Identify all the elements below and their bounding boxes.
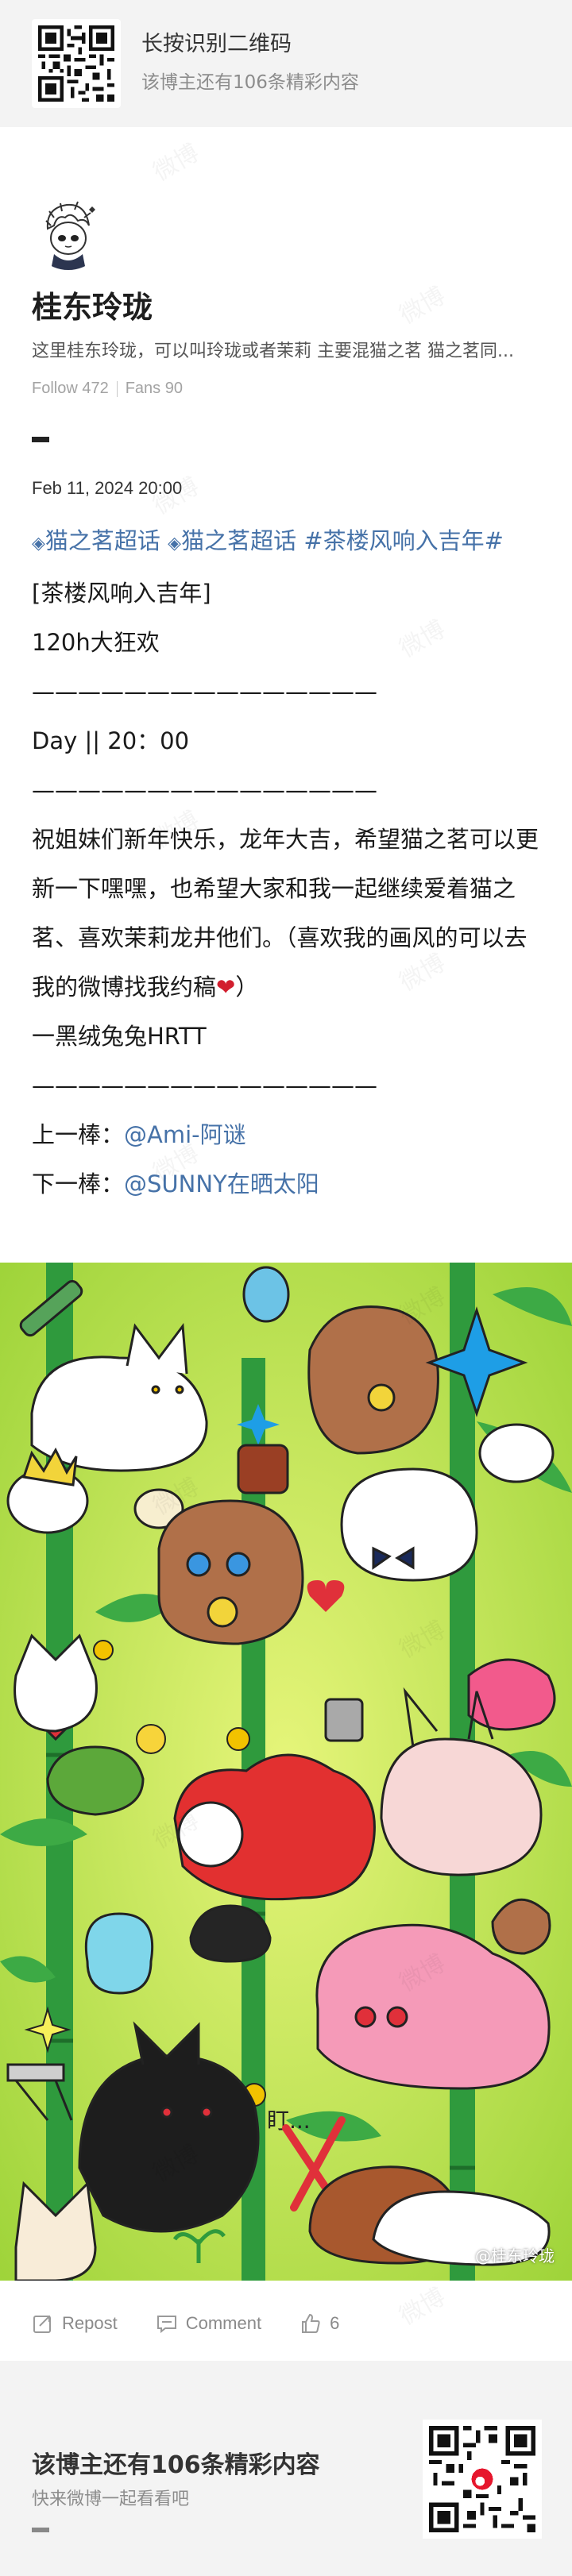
next-relay: 下一棒：@SUNNY在晒太阳	[32, 1170, 319, 1197]
avatar[interactable]	[30, 194, 106, 270]
like-count: 6	[330, 2313, 340, 2333]
post-text: ◈猫之茗超话 ◈猫之茗超话 #茶楼风响入吉年# [茶楼风响入吉年] 120h大狂…	[32, 516, 548, 1209]
qr-code-icon[interactable]	[32, 19, 121, 108]
banner-title: 长按识别二维码	[141, 32, 292, 56]
promo-footer[interactable]: 该博主还有106条精彩内容 快来微博一起看看吧	[0, 2361, 572, 2576]
supertopic-link-1[interactable]: 猫之茗超话	[45, 527, 160, 554]
prev-relay: 上一棒：@Ami-阿谜	[32, 1121, 246, 1148]
bio: 这里桂东玲珑，可以叫玲珑或者茉莉 主要混猫之茗 猫之茗同...	[32, 341, 514, 361]
image-watermark: @桂东玲珑	[475, 2246, 555, 2266]
divider-line: ———————————————	[32, 678, 377, 705]
repost-label: Repost	[62, 2313, 118, 2333]
section-divider	[32, 2528, 49, 2532]
supertopic-icon: ◈	[168, 534, 182, 553]
repost-button[interactable]: Repost	[32, 2312, 118, 2335]
comment-label: Comment	[185, 2313, 262, 2333]
post-line: [茶楼风响入吉年]	[32, 580, 211, 607]
promo-subtitle: 快来微博一起看看吧	[32, 2489, 190, 2509]
weibo-share-page: 长按识别二维码 该博主还有106条精彩内容 桂东玲珑 这里桂东玲珑，可以叫玲珑或…	[0, 0, 572, 2576]
section-divider	[32, 437, 49, 442]
comment-icon	[157, 2316, 176, 2334]
post-image[interactable]: 盯... @桂东玲珑	[0, 1263, 572, 2281]
comment-button[interactable]: Comment	[156, 2312, 261, 2335]
qr-code-icon[interactable]	[423, 2420, 542, 2539]
post-card: 桂东玲珑 这里桂东玲珑，可以叫玲珑或者茉莉 主要混猫之茗 猫之茗同... Fol…	[0, 127, 572, 2361]
hashtag-link[interactable]: #茶楼风响入吉年#	[303, 527, 504, 554]
fans-count[interactable]: Fans 90	[126, 380, 183, 398]
divider	[116, 380, 118, 397]
thumbs-up-icon	[302, 2313, 320, 2333]
post-line: 一黑绒兔兔HRTT	[32, 1023, 207, 1050]
mention-link-prev[interactable]: @Ami-阿谜	[124, 1121, 246, 1148]
post-paragraph: 祝姐妹们新年快乐，龙年大吉，希望猫之茗可以更新一下嘿嘿，也希望大家和我一起继续爱…	[32, 826, 539, 1001]
post-line: 120h大狂欢	[32, 629, 160, 656]
post-date: Feb 11, 2024 20:00	[32, 478, 183, 498]
post-line: Day || 20：00	[32, 727, 190, 754]
repost-icon	[33, 2316, 51, 2333]
divider-line: ———————————————	[32, 777, 377, 804]
supertopic-icon: ◈	[32, 534, 45, 553]
action-bar: Repost Comment 6	[32, 2312, 377, 2335]
follow-stats: Follow 472 Fans 90	[32, 380, 183, 398]
supertopic-link-2[interactable]: 猫之茗超话	[181, 527, 296, 554]
mention-link-next[interactable]: @SUNNY在晒太阳	[124, 1170, 319, 1197]
promo-title: 该博主还有106条精彩内容	[32, 2451, 320, 2479]
banner-subtitle: 该博主还有106条精彩内容	[141, 72, 359, 93]
divider-line: ———————————————	[32, 1072, 377, 1099]
qr-banner[interactable]: 长按识别二维码 该博主还有106条精彩内容	[0, 0, 572, 127]
heart-icon: ❤	[216, 974, 236, 1001]
follow-count[interactable]: Follow 472	[32, 380, 109, 398]
like-button[interactable]: 6	[300, 2312, 339, 2335]
username[interactable]: 桂东玲珑	[32, 283, 153, 326]
